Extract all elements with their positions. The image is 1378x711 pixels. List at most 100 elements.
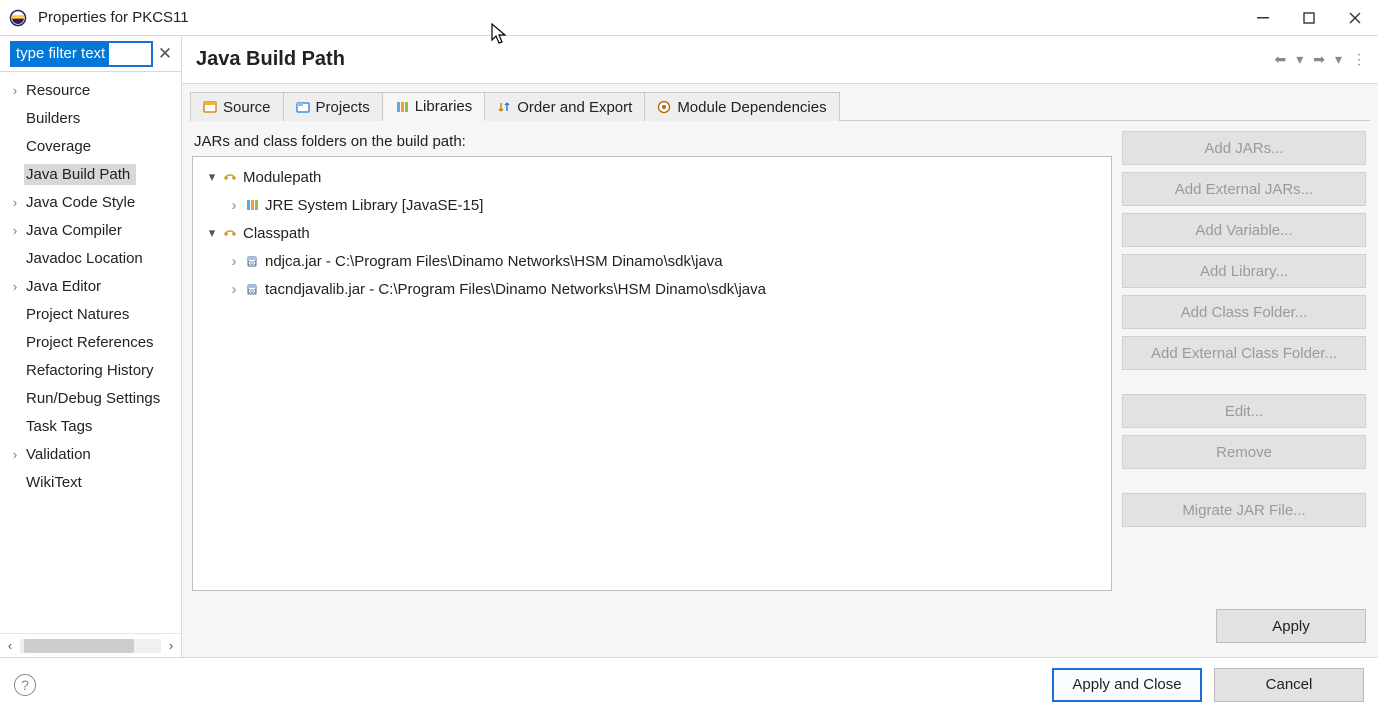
clear-filter-icon[interactable]: ✕	[153, 44, 177, 64]
sidebar-item-label: Java Build Path	[24, 164, 136, 185]
sidebar-item-label: Project Natures	[24, 304, 135, 325]
dialog-button-bar: ? Apply and Close Cancel	[0, 657, 1378, 711]
jar-icon: 010	[243, 254, 261, 268]
remove-button[interactable]: Remove	[1122, 435, 1366, 469]
chevron-right-icon[interactable]	[225, 197, 243, 214]
tab-module-deps[interactable]: Module Dependencies	[645, 92, 839, 121]
properties-tree[interactable]: ›ResourceBuildersCoverageJava Build Path…	[0, 72, 181, 633]
forward-icon[interactable]: ➡	[1313, 51, 1325, 68]
tab-label: Module Dependencies	[677, 99, 826, 116]
sidebar-item[interactable]: ›Validation	[0, 440, 181, 468]
add-external-jars-button[interactable]: Add External JARs...	[1122, 172, 1366, 206]
source-icon	[203, 100, 217, 114]
projects-icon	[296, 100, 310, 114]
sidebar-item-label: Run/Debug Settings	[24, 388, 166, 409]
apply-button[interactable]: Apply	[1216, 609, 1366, 643]
sidebar-item-label: Java Code Style	[24, 192, 141, 213]
sidebar-item-label: Task Tags	[24, 416, 98, 437]
sidebar-item-label: Refactoring History	[24, 360, 160, 381]
window-title: Properties for PKCS11	[36, 9, 1240, 26]
buildpath-row-label: Modulepath	[239, 169, 321, 186]
libraries-icon	[395, 100, 409, 114]
buildpath-row[interactable]: JRE System Library [JavaSE-15]	[197, 191, 1107, 219]
add-library-button[interactable]: Add Library...	[1122, 254, 1366, 288]
sidebar-item[interactable]: Java Build Path	[0, 160, 181, 188]
sidebar-item[interactable]: Coverage	[0, 132, 181, 160]
sidebar-item[interactable]: Project References	[0, 328, 181, 356]
sidebar-item[interactable]: WikiText	[0, 468, 181, 496]
chevron-right-icon[interactable]: ›	[6, 447, 24, 462]
close-button[interactable]	[1332, 0, 1378, 36]
sidebar-item[interactable]: Refactoring History	[0, 356, 181, 384]
forward-menu-icon[interactable]: ▾	[1335, 51, 1342, 68]
tab-label: Projects	[316, 99, 370, 116]
tab-source[interactable]: Source	[190, 92, 284, 121]
svg-text:010: 010	[248, 261, 257, 267]
buildpath-row-label: tacndjavalib.jar - C:\Program Files\Dina…	[261, 281, 766, 298]
sidebar-item[interactable]: ›Resource	[0, 76, 181, 104]
buildpath-row[interactable]: Classpath	[197, 219, 1107, 247]
back-icon[interactable]: ⬅	[1274, 51, 1286, 68]
buildpath-row[interactable]: Modulepath	[197, 163, 1107, 191]
titlebar: Properties for PKCS11	[0, 0, 1378, 36]
add-jars-button[interactable]: Add JARs...	[1122, 131, 1366, 165]
scroll-thumb[interactable]	[24, 639, 134, 653]
buildpath-row-label: JRE System Library [JavaSE-15]	[261, 197, 483, 214]
sidebar-item-label: Coverage	[24, 136, 97, 157]
page-header: Java Build Path ⬅ ▾ ➡ ▾ ⋮	[182, 36, 1378, 84]
sidebar-item[interactable]: Builders	[0, 104, 181, 132]
tab-libraries[interactable]: Libraries	[383, 92, 486, 121]
sidebar-item[interactable]: Run/Debug Settings	[0, 384, 181, 412]
scroll-track[interactable]	[20, 639, 161, 653]
maximize-button[interactable]	[1286, 0, 1332, 36]
add-external-class-folder-button[interactable]: Add External Class Folder...	[1122, 336, 1366, 370]
edit-button[interactable]: Edit...	[1122, 394, 1366, 428]
add-class-folder-button[interactable]: Add Class Folder...	[1122, 295, 1366, 329]
sidebar-item-label: Java Editor	[24, 276, 107, 297]
chevron-right-icon[interactable]: ›	[6, 279, 24, 294]
chevron-right-icon[interactable]	[225, 253, 243, 270]
scroll-left-icon[interactable]: ‹	[0, 638, 20, 653]
sidebar-item-label: WikiText	[24, 472, 88, 493]
sidebar-item[interactable]: ›Java Editor	[0, 272, 181, 300]
sidebar-hscrollbar[interactable]: ‹ ›	[0, 633, 181, 657]
apply-and-close-button[interactable]: Apply and Close	[1052, 668, 1202, 702]
back-menu-icon[interactable]: ▾	[1296, 51, 1303, 68]
scroll-right-icon[interactable]: ›	[161, 638, 181, 653]
page-title: Java Build Path	[196, 48, 1274, 71]
view-menu-icon[interactable]: ⋮	[1352, 51, 1366, 68]
add-variable-button[interactable]: Add Variable...	[1122, 213, 1366, 247]
sidebar-item[interactable]: Javadoc Location	[0, 244, 181, 272]
library-icon	[243, 198, 261, 212]
sidebar-item[interactable]: ›Java Compiler	[0, 216, 181, 244]
tab-order-export[interactable]: Order and Export	[485, 92, 645, 121]
migrate-jar-button[interactable]: Migrate JAR File...	[1122, 493, 1366, 527]
chevron-right-icon[interactable]: ›	[6, 83, 24, 98]
buildpath-row[interactable]: 010 tacndjavalib.jar - C:\Program Files\D…	[197, 275, 1107, 303]
chevron-right-icon[interactable]: ›	[6, 195, 24, 210]
chevron-right-icon[interactable]	[225, 281, 243, 298]
sidebar-item[interactable]: ›Java Code Style	[0, 188, 181, 216]
sidebar-item-label: Project References	[24, 332, 160, 353]
chevron-down-icon[interactable]	[203, 225, 221, 241]
buildpath-tree[interactable]: Modulepath JRE System Library [JavaSE-15]…	[192, 156, 1112, 591]
sidebar-item-label: Resource	[24, 80, 96, 101]
tab-projects[interactable]: Projects	[284, 92, 383, 121]
chevron-down-icon[interactable]	[203, 169, 221, 185]
sidebar-item[interactable]: Task Tags	[0, 412, 181, 440]
cancel-button[interactable]: Cancel	[1214, 668, 1364, 702]
jar-icon: 010	[243, 282, 261, 296]
help-icon[interactable]: ?	[14, 674, 36, 696]
chevron-right-icon[interactable]: ›	[6, 223, 24, 238]
app-icon	[0, 9, 36, 27]
tab-label: Source	[223, 99, 271, 116]
minimize-button[interactable]	[1240, 0, 1286, 36]
sidebar-item-label: Builders	[24, 108, 86, 129]
tab-label: Libraries	[415, 98, 473, 115]
svg-text:010: 010	[248, 289, 257, 295]
sidebar-item[interactable]: Project Natures	[0, 300, 181, 328]
filter-input[interactable]: type filter text	[10, 41, 153, 67]
module-deps-icon	[657, 100, 671, 114]
sidebar: type filter text ✕ ›ResourceBuildersCove…	[0, 36, 182, 657]
buildpath-row[interactable]: 010ndjca.jar - C:\Program Files\Dinamo N…	[197, 247, 1107, 275]
